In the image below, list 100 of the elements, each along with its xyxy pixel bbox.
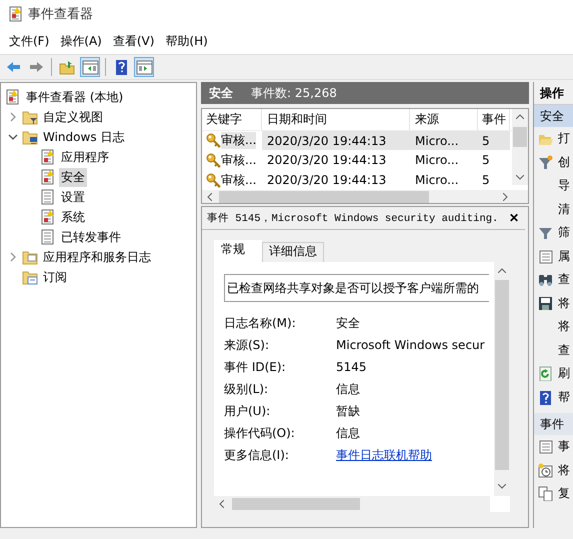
show-pane-icon <box>136 58 152 76</box>
action-item[interactable]: 属 <box>558 248 570 265</box>
action-item[interactable]: 创 <box>558 154 570 171</box>
field-value: 信息 <box>336 424 360 442</box>
field-label: 操作代码(O): <box>224 424 296 442</box>
column-header[interactable]: 日期和时间 <box>262 109 410 130</box>
section-header[interactable]: 事件 <box>534 413 573 435</box>
folder-icon <box>22 109 38 125</box>
filter-icon <box>538 154 553 170</box>
table-cell-text: 5 <box>481 152 491 170</box>
menu-item[interactable]: 文件(F) <box>4 32 56 50</box>
scroll-up-icon <box>516 114 524 119</box>
log-icon <box>40 189 56 205</box>
column-header[interactable]: 关键字 <box>202 109 262 130</box>
tree-item[interactable]: 已转发事件 <box>59 228 123 246</box>
toolbar-button[interactable] <box>134 57 154 77</box>
column-header[interactable]: 事件 <box>478 109 510 130</box>
field-label: 来源(S): <box>224 336 270 354</box>
log-icon <box>40 149 56 165</box>
action-item[interactable]: 将 <box>558 318 570 336</box>
field-value: 安全 <box>336 314 360 332</box>
description-field[interactable]: 已检查网络共享对象是否可以授予客户端所需的 <box>224 274 489 302</box>
field-label: 日志名称(M): <box>224 314 297 332</box>
close-button[interactable]: ✕ <box>509 211 519 225</box>
action-item[interactable]: 清 <box>558 200 570 218</box>
scroll-right-icon <box>503 192 508 201</box>
log-icon <box>40 229 56 245</box>
field-value: 信息 <box>336 380 360 398</box>
scroll-left-icon <box>207 192 212 201</box>
vertical-scrollbar[interactable] <box>512 109 528 185</box>
table-cell: 2020/3/20 19:44:13 <box>262 130 410 150</box>
vertical-scrollbar[interactable] <box>494 262 510 496</box>
key-icon <box>206 152 221 168</box>
scroll-up-icon <box>498 268 506 273</box>
action-item[interactable]: 复 <box>558 485 570 502</box>
action-item[interactable]: 将 <box>558 294 570 312</box>
scroll-left-icon <box>219 500 224 508</box>
pane-title: 安全 <box>209 84 233 102</box>
table-cell: 审核... <box>221 132 256 150</box>
key-icon <box>206 172 221 188</box>
field-value: 5145 <box>336 360 367 374</box>
properties-icon <box>538 439 553 454</box>
scroll-down-icon <box>498 484 506 489</box>
menu-item[interactable]: 操作(A) <box>55 32 108 50</box>
action-item[interactable]: 导 <box>558 177 570 194</box>
log-icon <box>40 169 56 185</box>
action-item[interactable]: 查 <box>558 271 570 288</box>
menu-item[interactable]: 查看(V) <box>108 32 160 50</box>
tree-item[interactable]: 设置 <box>59 188 87 206</box>
tree-item[interactable]: 事件查看器 (本地) <box>24 88 126 106</box>
clock-icon <box>538 462 553 478</box>
action-item[interactable]: 刷 <box>558 365 570 382</box>
action-item[interactable]: 将 <box>558 462 570 479</box>
table-cell-text: 2020/3/20 19:44:13 <box>266 152 388 170</box>
log-icon <box>8 6 22 22</box>
folder-up-icon <box>58 58 76 76</box>
event-count: 事件数: 25,268 <box>251 84 337 102</box>
tree-item[interactable]: 安全 <box>59 168 87 186</box>
tree-item[interactable]: Windows 日志 <box>41 128 126 146</box>
field-label: 更多信息(I): <box>224 446 290 464</box>
table-cell: Micro... <box>410 130 478 150</box>
tree-item[interactable]: 自定义视图 <box>41 108 105 126</box>
scroll-down-icon <box>516 175 524 180</box>
field-label: 事件 ID(E): <box>224 358 287 376</box>
tab[interactable]: 常规 <box>214 240 262 263</box>
action-item[interactable]: 帮 <box>558 388 570 406</box>
action-item[interactable]: 筛 <box>558 224 570 242</box>
tree-item[interactable]: 应用程序和服务日志 <box>41 248 153 266</box>
copy-icon <box>538 486 553 502</box>
help-icon <box>538 390 553 405</box>
refresh-icon <box>538 366 553 382</box>
action-item[interactable]: 打 <box>558 130 570 148</box>
field-value: 暂缺 <box>336 402 360 420</box>
tab[interactable]: 详细信息 <box>262 242 324 263</box>
field-label: 用户(U): <box>224 402 272 420</box>
table-cell-text: Micro... <box>414 172 460 189</box>
table-cell: 审核... <box>221 152 256 169</box>
filter-icon <box>538 225 553 240</box>
menu-item[interactable]: 帮助(H) <box>160 32 214 50</box>
tree-item[interactable]: 应用程序 <box>59 148 111 166</box>
table-cell-text: Micro... <box>414 152 460 170</box>
folder-icon <box>22 129 38 145</box>
section-header[interactable]: 安全 <box>534 105 573 127</box>
scroll-thumb[interactable] <box>232 498 360 510</box>
field-value: Microsoft Windows secur <box>336 338 485 352</box>
tree-item[interactable]: 系统 <box>59 208 87 226</box>
table-cell-text: 2020/3/20 19:44:13 <box>266 172 388 189</box>
help-link[interactable]: 事件日志联机帮助 <box>336 446 432 464</box>
column-header[interactable]: 来源 <box>410 109 478 130</box>
horizontal-scrollbar[interactable] <box>202 190 528 204</box>
action-item[interactable]: 查 <box>558 342 570 359</box>
action-item[interactable]: 事 <box>558 438 570 456</box>
scroll-thumb[interactable] <box>513 127 527 147</box>
log-icon <box>40 209 56 225</box>
log-icon <box>5 89 21 105</box>
scroll-thumb[interactable] <box>219 190 429 203</box>
scroll-thumb[interactable] <box>495 280 509 470</box>
binoculars-icon <box>538 272 553 288</box>
toolbar-button[interactable] <box>80 57 100 77</box>
tree-item[interactable]: 订阅 <box>41 268 69 286</box>
